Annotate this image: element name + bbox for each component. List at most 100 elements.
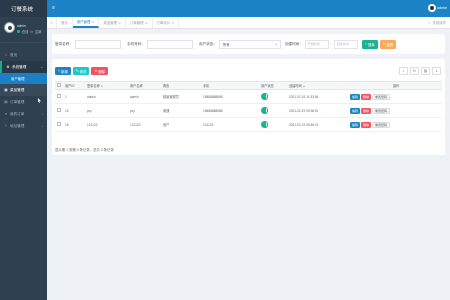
row-edit-button[interactable]: 编辑 [350, 93, 361, 100]
row-delete-button[interactable]: 删除 [361, 121, 372, 128]
status-toggle[interactable] [261, 106, 268, 114]
tab-dishes[interactable]: 菜品管理 ⊗ [99, 17, 126, 28]
avatar[interactable] [428, 4, 436, 12]
delete-button[interactable]: ✕ 删除 [91, 67, 109, 75]
refresh-icon[interactable]: ↻ [410, 67, 419, 75]
dish-icon: ▦ [4, 88, 8, 92]
login-name-input[interactable] [74, 39, 121, 49]
table-row[interactable]: 16 121123 121123 用户 121123 2021-02-19 09… [55, 117, 442, 132]
start-date-input[interactable]: 开始时间 [304, 39, 329, 49]
status-toggle[interactable] [261, 92, 268, 100]
col-header-phone: 手机 [201, 81, 259, 90]
sidebar-subitem-users[interactable]: 用户管理 [0, 73, 47, 84]
edit-button[interactable]: ✎ 修改 [72, 67, 90, 75]
end-date-input[interactable]: 结束时间 [334, 39, 359, 49]
page-tabs: « 首页 用户管理 ⊗ 菜品管理 ⊗ 订单管理 ⊗ 订单评价 ⊗ » 关闭操作 [47, 17, 450, 29]
cell-status [259, 89, 287, 104]
row-edit-label: 编辑 [352, 108, 359, 113]
row-delete-button[interactable]: 删除 [361, 107, 372, 114]
row-checkbox[interactable] [55, 103, 63, 118]
add-button[interactable]: + 新增 [55, 67, 71, 75]
col-header-label: 操作 [392, 84, 400, 88]
menu-toggle-icon[interactable]: ≡ [52, 5, 55, 11]
cell-role: 超级管理员 [161, 89, 201, 104]
tab-label: 用户管理 [76, 20, 91, 24]
avatar[interactable] [4, 22, 15, 33]
sidebar-item-label: 地址管理 [10, 123, 25, 128]
plus-icon: + [58, 69, 60, 73]
row-reset-password-button[interactable]: 重置密码 [372, 121, 391, 128]
sidebar-item-home[interactable]: ⌂ 首页 [0, 49, 47, 61]
row-reset-password-button[interactable]: 重置密码 [372, 93, 391, 100]
top-username[interactable]: admin [437, 6, 447, 10]
tab-home[interactable]: 首页 [57, 17, 73, 28]
sidebar-item-system[interactable]: ⚙ 系统管理 ⌄ [0, 61, 47, 73]
cell-actions: 编辑 删除 重置密码 [348, 117, 442, 132]
status-label: 用户状态： [198, 41, 217, 46]
table-row[interactable]: 1 admin admin 超级管理员 15888888888 2021-02-… [55, 89, 442, 104]
col-header-label: 创建时间 [289, 84, 302, 88]
tabs-close-menu[interactable]: » 关闭操作 [429, 17, 450, 28]
close-icon[interactable]: ⊗ [92, 20, 95, 24]
tab-reviews[interactable]: 订单评价 ⊗ [153, 17, 180, 28]
search-toggle-icon[interactable]: ⌕ [399, 67, 408, 75]
search-button-label: 搜索 [367, 42, 375, 47]
close-icon[interactable]: ⊗ [145, 21, 148, 25]
cell-login: admin [85, 89, 128, 104]
sidebar-item-label: 首页 [10, 52, 18, 57]
cell-id: 16 [63, 117, 85, 132]
sidebar-item-address[interactable]: ⚐ 地址管理 › [0, 120, 47, 132]
close-icon[interactable]: ⊗ [118, 21, 121, 25]
sidebar-item-my-orders[interactable]: ≡ 我的订单 › [0, 108, 47, 120]
cell-id: 15 [63, 103, 85, 118]
status-select-value: 所有 [222, 42, 230, 47]
chevron-down-icon: ⌄ [40, 65, 43, 69]
sort-icon: ▲ [302, 84, 306, 88]
sidebar-item-dishes[interactable]: ▦ 菜品管理 [0, 84, 47, 96]
reset-button[interactable]: ↻ 重置 [379, 39, 397, 49]
tab-label: 订单管理 [129, 21, 144, 25]
status-toggle[interactable] [261, 120, 268, 128]
row-edit-button[interactable]: 编辑 [350, 121, 361, 128]
close-icon[interactable]: ⊗ [172, 21, 175, 25]
table-row[interactable]: 15 ycy ycy 普通 15888888888 2021-02-19 09:… [55, 103, 442, 118]
col-header-label: 用户状态 [261, 84, 274, 88]
close-tabs-label[interactable]: 关闭操作 [432, 20, 446, 25]
status-select[interactable]: 所有 ⌄ [218, 39, 281, 49]
logout-link[interactable]: 注销 [35, 29, 41, 34]
row-reset-label: 重置密码 [375, 108, 388, 113]
cell-status [259, 103, 287, 118]
row-checkbox[interactable] [55, 89, 63, 104]
map-icon: ⚐ [4, 124, 8, 128]
cell-created: 2021-02-19 09:46:21 [287, 117, 348, 132]
sidebar: 订餐系统 admin 在线 ⏻ 注销 ⌂ 首页 ⚙ 系统管理 ⌄ 用户管理 ▦ … [0, 0, 47, 300]
search-button[interactable]: ⌕ 搜索 [362, 39, 378, 49]
col-header-label: 用户名称 [130, 84, 143, 88]
table-header-row: 用户ID 登录名称 ⇅ 用户名称 角色 手机 用户状态 创建时间 ▲ 操作 [55, 81, 442, 90]
sidebar-item-orders[interactable]: ▤ 订单管理 › [0, 96, 47, 108]
row-reset-password-button[interactable]: 重置密码 [372, 107, 391, 114]
select-all-checkbox[interactable] [55, 81, 63, 90]
add-button-label: 新增 [60, 69, 68, 74]
tabs-scroll-left-icon[interactable]: « [47, 17, 57, 28]
tab-orders[interactable]: 订单管理 ⊗ [126, 17, 153, 28]
table-tools: ⌕ ↻ ▥ ⇩ [399, 67, 441, 75]
export-icon[interactable]: ⇩ [432, 67, 441, 75]
user-table-panel: + 新增 ✎ 修改 ✕ 删除 ⌕ ↻ ▥ ⇩ 用户ID 登录名称 ⇅ 用户名称 … [52, 59, 445, 155]
col-header-login[interactable]: 登录名称 ⇅ [85, 81, 128, 90]
phone-input[interactable] [146, 39, 193, 49]
cell-actions: 编辑 删除 重置密码 [348, 89, 442, 104]
sidebar-item-label: 系统管理 [12, 64, 27, 69]
tab-users[interactable]: 用户管理 ⊗ [72, 17, 100, 28]
row-edit-button[interactable]: 编辑 [350, 107, 361, 114]
row-delete-button[interactable]: 删除 [361, 93, 372, 100]
columns-icon[interactable]: ▥ [421, 67, 430, 75]
col-header-created[interactable]: 创建时间 ▲ [287, 81, 348, 90]
col-header-id[interactable]: 用户ID [63, 81, 85, 90]
col-header-label: 登录名称 [87, 84, 100, 88]
col-header-role: 角色 [161, 81, 201, 90]
logout-icon[interactable]: ⏻ [30, 30, 33, 34]
tabs-scroll-right-icon[interactable]: » [429, 21, 431, 25]
cell-phone: 15888888888 [201, 89, 259, 104]
row-checkbox[interactable] [55, 117, 63, 132]
